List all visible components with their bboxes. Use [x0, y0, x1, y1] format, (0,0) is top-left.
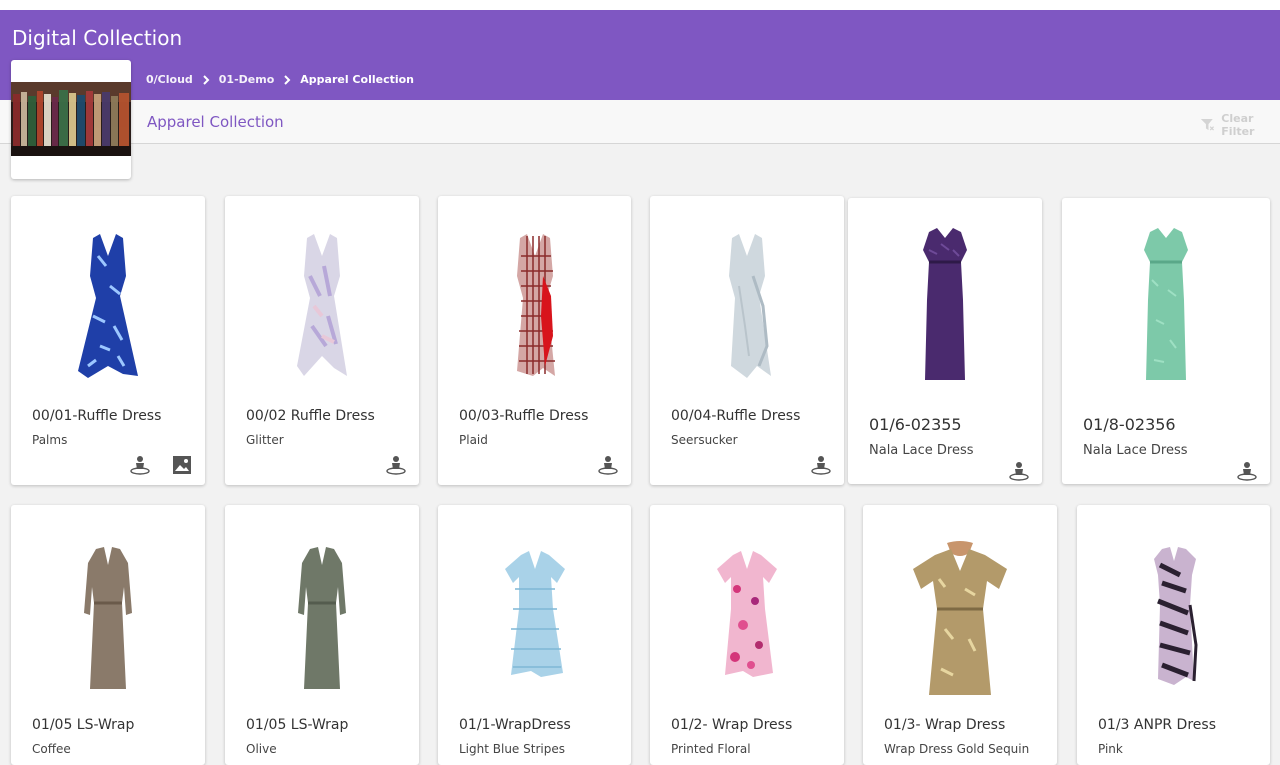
product-card[interactable]: 01/2- Wrap Dress Printed Floral	[650, 505, 844, 765]
product-variant: Palms	[32, 433, 68, 447]
dress-image	[297, 234, 347, 376]
product-card[interactable]: 01/05 LS-Wrap Olive	[225, 505, 419, 765]
avatar-3d-icon[interactable]	[597, 454, 619, 476]
product-name: 01/3 ANPR Dress	[1098, 717, 1216, 733]
dress-image	[516, 234, 555, 376]
product-variant: Pink	[1098, 742, 1123, 756]
product-name: 01/8-02356	[1083, 415, 1176, 434]
chevron-right-icon	[284, 74, 291, 85]
product-variant: Coffee	[32, 742, 71, 756]
product-variant: Nala Lace Dress	[869, 443, 974, 458]
product-variant: Glitter	[246, 433, 284, 447]
product-card[interactable]: 00/04-Ruffle Dress Seersucker	[650, 196, 844, 485]
dress-image	[923, 228, 967, 380]
product-name: 01/05 LS-Wrap	[246, 717, 349, 733]
avatar-3d-icon[interactable]	[385, 454, 407, 476]
dress-image	[298, 547, 346, 689]
product-variant: Wrap Dress Gold Sequin	[884, 742, 1030, 756]
product-card[interactable]: 00/01-Ruffle Dress Palms	[11, 196, 205, 485]
product-variant: Nala Lace Dress	[1083, 443, 1188, 458]
product-variant: Light Blue Stripes	[459, 742, 565, 756]
product-card[interactable]: 01/6-02355 Nala Lace Dress	[848, 198, 1042, 484]
product-name: 00/03-Ruffle Dress	[459, 408, 589, 424]
product-name: 00/02 Ruffle Dress	[246, 408, 375, 424]
dress-image	[717, 551, 777, 677]
collection-thumbnail[interactable]	[11, 60, 131, 179]
product-card[interactable]: 01/3- Wrap Dress Wrap Dress Gold Sequin	[863, 505, 1057, 765]
avatar-3d-icon[interactable]	[810, 454, 832, 476]
product-name: 01/3- Wrap Dress	[884, 717, 1006, 733]
chevron-right-icon	[203, 74, 210, 85]
image-icon[interactable]	[171, 454, 193, 476]
product-variant: Seersucker	[671, 433, 738, 447]
product-card[interactable]: 00/02 Ruffle Dress Glitter	[225, 196, 419, 485]
clear-filter-button[interactable]: Clear Filter	[1200, 112, 1280, 138]
product-variant: Plaid	[459, 433, 488, 447]
top-strip	[0, 0, 1280, 10]
dress-image	[504, 551, 565, 677]
app-title: Digital Collection	[12, 26, 183, 50]
collection-cover-image	[11, 82, 131, 156]
collection-bar: Apparel Collection Clear Filter	[0, 100, 1280, 144]
filter-clear-icon	[1200, 119, 1215, 131]
breadcrumb-item-cloud[interactable]: 0/Cloud	[146, 73, 193, 86]
breadcrumb-item-demo[interactable]: 01-Demo	[219, 73, 274, 86]
dress-image	[84, 547, 132, 689]
product-card[interactable]: 01/8-02356 Nala Lace Dress	[1062, 198, 1270, 484]
dress-image	[913, 541, 1007, 695]
product-card[interactable]: 01/1-WrapDress Light Blue Stripes	[438, 505, 631, 765]
dress-image	[1153, 547, 1198, 685]
product-name: 00/04-Ruffle Dress	[671, 408, 801, 424]
avatar-3d-icon[interactable]	[1236, 460, 1258, 482]
clear-filter-label: Clear Filter	[1221, 112, 1255, 138]
product-name: 00/01-Ruffle Dress	[32, 408, 162, 424]
product-card[interactable]: 00/03-Ruffle Dress Plaid	[438, 196, 631, 485]
avatar-3d-icon[interactable]	[129, 454, 151, 476]
collection-title: Apparel Collection	[147, 113, 284, 131]
product-variant: Printed Floral	[671, 742, 751, 756]
product-name: 01/2- Wrap Dress	[671, 717, 793, 733]
dress-image	[1144, 228, 1188, 380]
product-card[interactable]: 01/05 LS-Wrap Coffee	[11, 505, 205, 765]
breadcrumb-item-current: Apparel Collection	[300, 73, 415, 86]
breadcrumb: 0/Cloud 01-Demo Apparel Collection	[146, 73, 414, 86]
product-variant: Olive	[246, 742, 277, 756]
product-card[interactable]: 01/3 ANPR Dress Pink	[1077, 505, 1270, 765]
avatar-3d-icon[interactable]	[1008, 460, 1030, 482]
app-header: Digital Collection 0/Cloud 01-Demo Appar…	[0, 10, 1280, 100]
product-name: 01/1-WrapDress	[459, 717, 571, 733]
product-name: 01/6-02355	[869, 415, 962, 434]
dress-image	[78, 234, 138, 378]
product-name: 01/05 LS-Wrap	[32, 717, 135, 733]
dress-image	[729, 234, 771, 378]
